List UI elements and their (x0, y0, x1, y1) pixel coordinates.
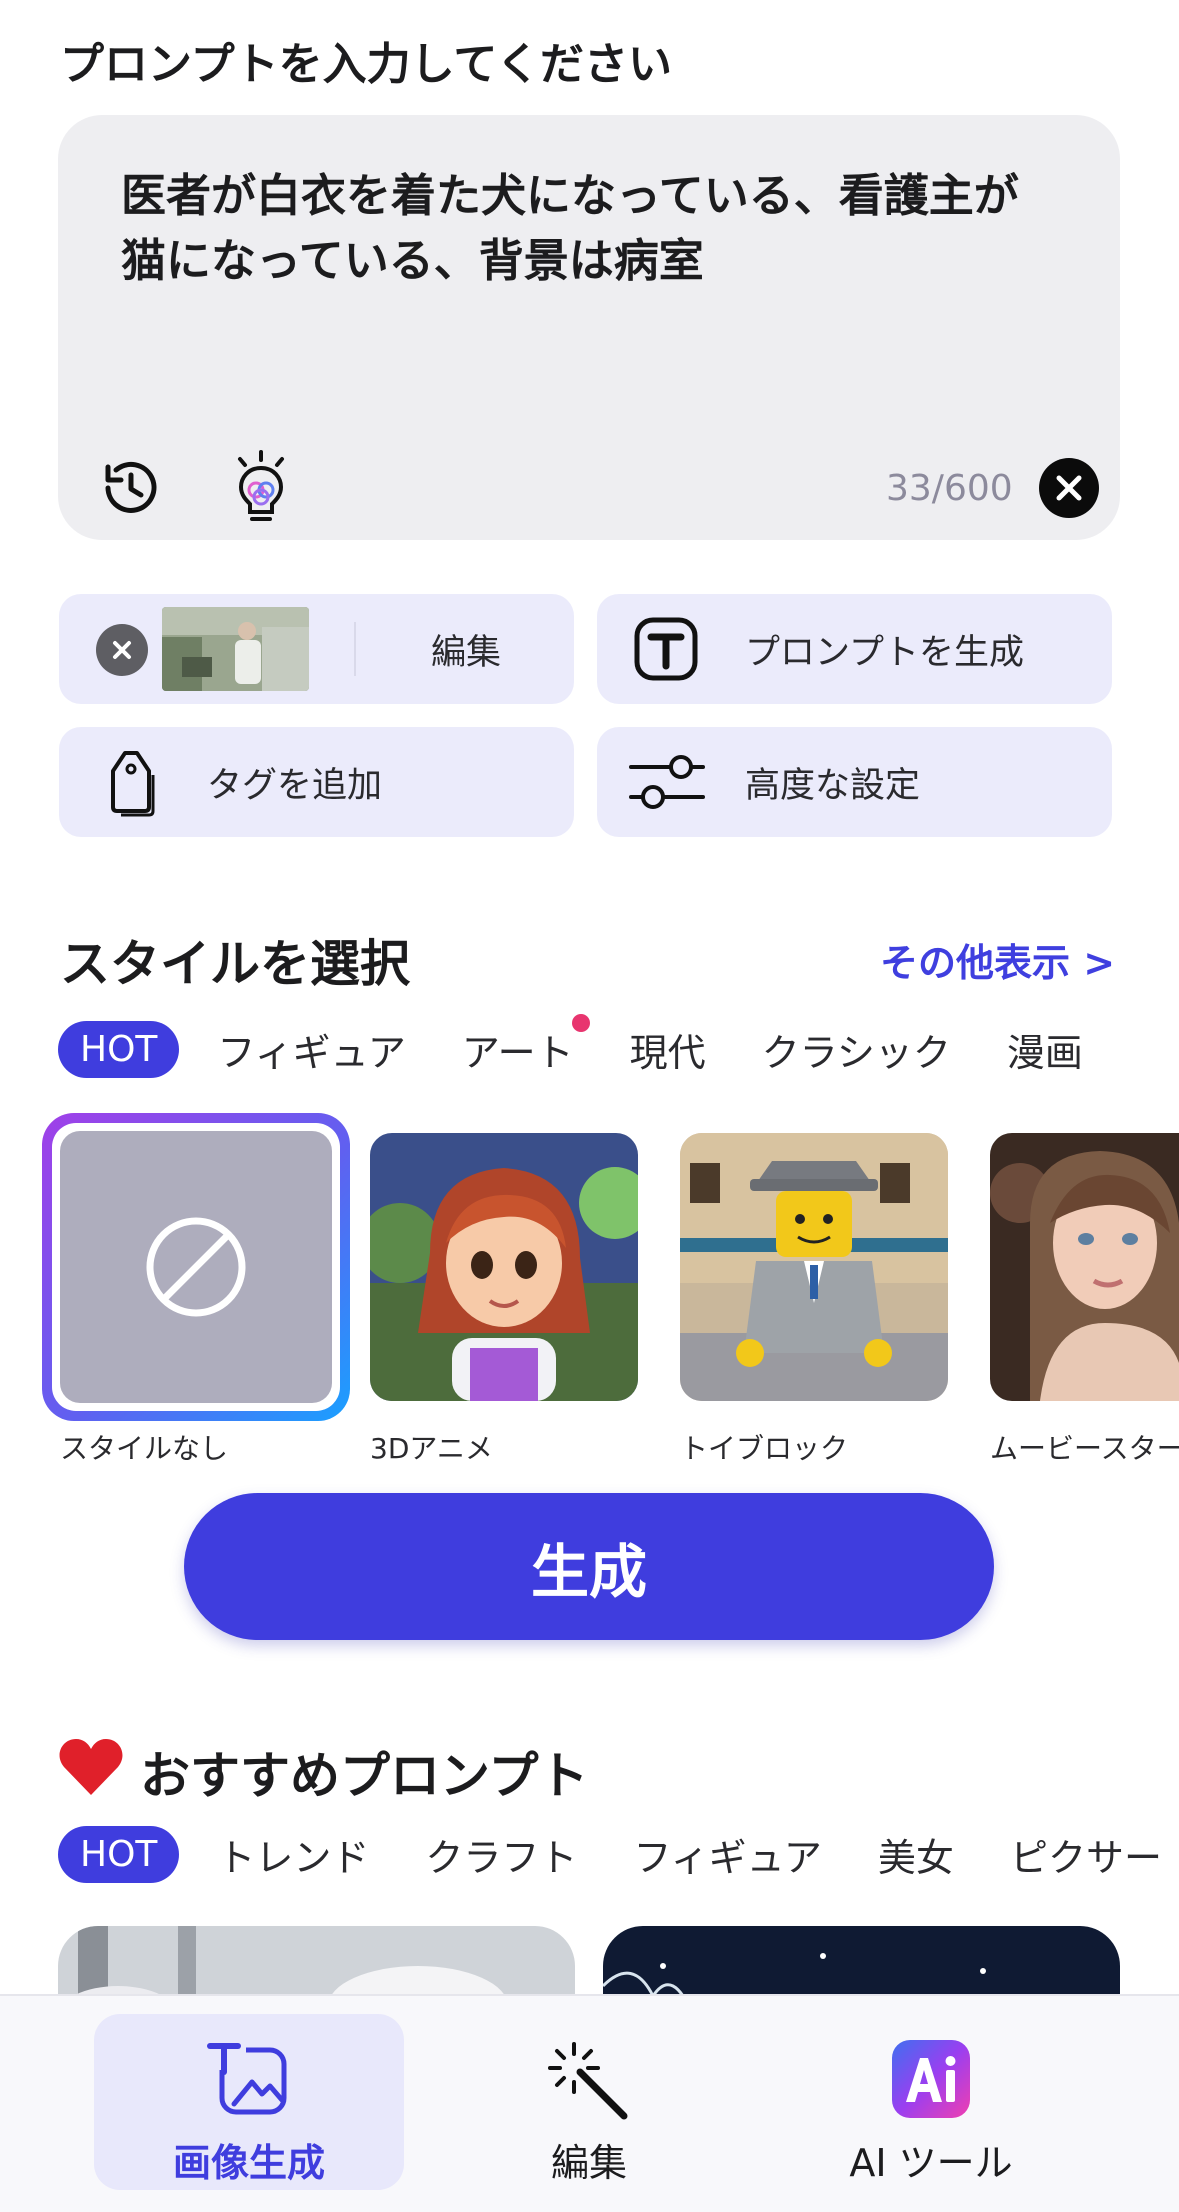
rec-tab-hot[interactable]: HOT (58, 1825, 180, 1883)
nav-edit[interactable]: 編集 (434, 2014, 744, 2190)
generate-button[interactable]: 生成 (184, 1493, 994, 1640)
edit-image-label[interactable]: 編集 (431, 624, 501, 675)
style-label-3d-anime: 3Dアニメ (370, 1432, 493, 1465)
rec-tab-pixar[interactable]: ピクサー (1010, 1827, 1162, 1882)
prompt-input[interactable]: 医者が白衣を着た犬になっている、看護主が猫になっている、背景は病室 33/600 (58, 115, 1120, 540)
nav-image-generate[interactable]: 画像生成 (94, 2014, 404, 2190)
add-tag-label: タグを追加 (207, 766, 383, 806)
rec-tab-craft[interactable]: クラフト (425, 1827, 577, 1882)
magic-wand-icon (544, 2038, 634, 2122)
bottom-nav: 画像生成 編集 AI ツール (0, 1994, 1179, 2212)
style-card-none[interactable] (42, 1113, 350, 1421)
tag-icon (103, 747, 159, 817)
close-icon[interactable] (1039, 458, 1099, 518)
rec-tab-figure[interactable]: フィギュア (633, 1827, 821, 1882)
tab-art[interactable]: アート (461, 1013, 590, 1077)
remove-image-button[interactable] (96, 624, 148, 676)
tab-classic[interactable]: クラシック (762, 1022, 951, 1077)
style-label-toy-block: トイブロック (680, 1432, 849, 1465)
notification-dot (571, 1013, 590, 1032)
style-label-none: スタイルなし (60, 1432, 229, 1465)
rec-tab-beauty[interactable]: 美女 (878, 1827, 954, 1882)
rec-tab-trend[interactable]: トレンド (217, 1827, 369, 1882)
style-tabs: HOT フィギュア アート 現代 クラシック 漫画 (58, 1013, 1139, 1081)
style-card-3d-anime[interactable] (370, 1133, 638, 1401)
sliders-icon (627, 747, 707, 817)
style-card-none-frame (52, 1123, 340, 1411)
prompt-text[interactable]: 医者が白衣を着た犬になっている、看護主が猫になっている、背景は病室 (121, 163, 1051, 293)
style-section-title: スタイルを選択 (60, 935, 410, 993)
tab-modern[interactable]: 現代 (630, 1022, 706, 1077)
tab-figure[interactable]: フィギュア (217, 1022, 405, 1077)
tab-art-label: アート (461, 1030, 574, 1075)
style-card-toy-block[interactable] (680, 1133, 948, 1401)
tab-manga[interactable]: 漫画 (1007, 1022, 1083, 1077)
advanced-settings-label: 高度な設定 (745, 766, 921, 806)
history-icon[interactable] (96, 453, 166, 523)
image-generate-icon (204, 2038, 294, 2122)
text-t-icon (633, 616, 699, 682)
style-card-none-bg (60, 1131, 332, 1403)
show-more-link[interactable]: その他表示 > (880, 932, 1115, 987)
character-count: 33/600 (886, 468, 1013, 509)
heart-icon (58, 1737, 124, 1797)
style-label-movie-star: ムービースター (990, 1432, 1179, 1465)
recommend-section-title: おすすめプロンプト (140, 1747, 589, 1805)
no-style-icon (146, 1217, 246, 1317)
style-card-movie-star[interactable] (990, 1133, 1179, 1401)
prompt-title: プロンプトを入力してください (60, 39, 673, 90)
reference-image-card[interactable]: 編集 (59, 594, 574, 704)
generate-prompt-button[interactable]: プロンプトを生成 (597, 594, 1112, 704)
divider (354, 622, 356, 676)
ai-logo-icon (886, 2038, 976, 2122)
reference-image-thumbnail (162, 607, 309, 691)
lightbulb-icon[interactable] (228, 450, 294, 526)
generate-prompt-label: プロンプトを生成 (745, 633, 1024, 673)
nav-ai-tools[interactable]: AI ツール (776, 2014, 1086, 2190)
nav-label-image-generate: 画像生成 (172, 2141, 325, 2185)
tab-hot[interactable]: HOT (58, 1020, 180, 1078)
nav-label-edit: 編集 (550, 2141, 627, 2185)
recommend-tabs: HOT トレンド クラフト フィギュア 美女 ピクサー (58, 1822, 1179, 1886)
add-tag-button[interactable]: タグを追加 (59, 727, 574, 837)
nav-label-ai-tools: AI ツール (849, 2141, 1013, 2185)
advanced-settings-button[interactable]: 高度な設定 (597, 727, 1112, 837)
